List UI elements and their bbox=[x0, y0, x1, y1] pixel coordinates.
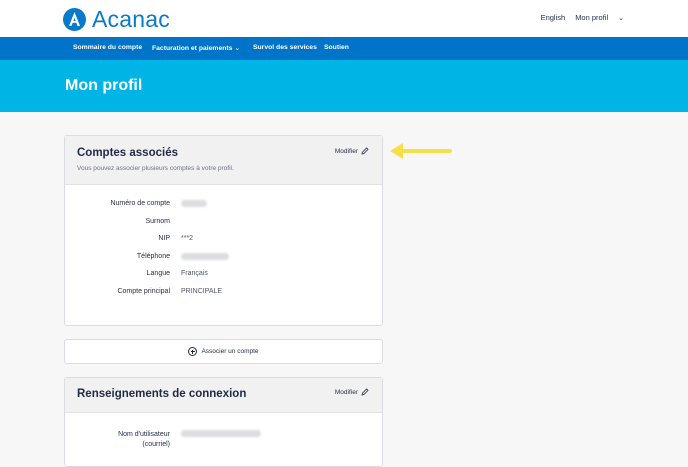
edit-login-label: Modifier bbox=[334, 388, 358, 396]
field-value: Français bbox=[181, 270, 208, 277]
page-title: Mon profil bbox=[65, 77, 143, 94]
chevron-down-icon: ⌄ bbox=[618, 15, 624, 22]
account-number-value bbox=[181, 200, 207, 209]
linked-accounts-card-header: Comptes associés Vous pouvez associer pl… bbox=[65, 136, 382, 185]
edit-login-link[interactable]: Modifier bbox=[335, 388, 369, 396]
field-value: PRINCIPALE bbox=[181, 288, 223, 295]
associate-account-button[interactable]: Associer un compte bbox=[64, 339, 383, 364]
field-value: ***2 bbox=[181, 235, 194, 242]
nav-item-support[interactable]: Soutien bbox=[324, 44, 349, 51]
chevron-down-icon: ⌄ bbox=[234, 45, 241, 52]
field-label: Compte principal bbox=[117, 288, 170, 295]
nav-item-services[interactable]: Survol des services bbox=[253, 44, 317, 51]
field-label: NIP bbox=[158, 235, 170, 242]
acanac-logo-icon bbox=[63, 8, 86, 31]
top-links: English Mon profil ⌄ bbox=[531, 13, 624, 22]
nav-item-billing-label: Facturation et paiements bbox=[152, 45, 233, 52]
field-label: Nom d'utilisateur (courriel) bbox=[118, 430, 170, 450]
redacted-value bbox=[181, 253, 229, 260]
linked-accounts-title: Comptes associés bbox=[77, 147, 178, 159]
nav-item-account-summary[interactable]: Sommaire du compte bbox=[73, 44, 142, 51]
edit-accounts-link[interactable]: Modifier bbox=[335, 147, 369, 155]
edit-accounts-label: Modifier bbox=[334, 147, 358, 155]
main-nav: Sommaire du compte Facturation et paieme… bbox=[0, 37, 688, 60]
linked-accounts-card: Comptes associés Vous pouvez associer pl… bbox=[64, 135, 383, 326]
nav-item-billing[interactable]: Facturation et paiements ⌄ bbox=[152, 44, 240, 52]
plus-circle-icon bbox=[188, 347, 198, 356]
brand-name: Acanac bbox=[92, 6, 170, 32]
field-label: Langue bbox=[146, 270, 170, 277]
pencil-icon bbox=[361, 388, 369, 396]
redacted-value bbox=[181, 430, 261, 437]
login-info-card-header: Renseignements de connexion Modifier bbox=[65, 378, 382, 413]
brand-logo[interactable]: Acanac bbox=[63, 6, 170, 33]
field-label: Surnom bbox=[145, 218, 170, 225]
associate-account-label: Associer un compte bbox=[201, 348, 259, 355]
profile-menu[interactable]: Mon profil ⌄ bbox=[575, 13, 624, 22]
field-label: Téléphone bbox=[136, 253, 170, 260]
username-label-line2: (courriel) bbox=[142, 441, 170, 448]
phone-value bbox=[181, 253, 229, 262]
profile-menu-label: Mon profil bbox=[575, 13, 609, 22]
language-link[interactable]: English bbox=[541, 13, 566, 22]
linked-accounts-subtitle: Vous pouvez associer plusieurs comptes à… bbox=[77, 165, 234, 172]
field-label: Numéro de compte bbox=[110, 200, 170, 207]
login-info-title: Renseignements de connexion bbox=[77, 388, 247, 400]
top-header: Acanac English Mon profil ⌄ bbox=[0, 0, 688, 37]
username-value bbox=[181, 430, 261, 439]
pencil-icon bbox=[361, 147, 369, 155]
username-label-line1: Nom d'utilisateur bbox=[118, 431, 170, 438]
redacted-value bbox=[181, 200, 207, 207]
page-hero: Mon profil bbox=[0, 60, 688, 112]
highlight-arrow-icon bbox=[390, 143, 452, 159]
login-info-card: Renseignements de connexion Modifier Nom… bbox=[64, 377, 383, 467]
